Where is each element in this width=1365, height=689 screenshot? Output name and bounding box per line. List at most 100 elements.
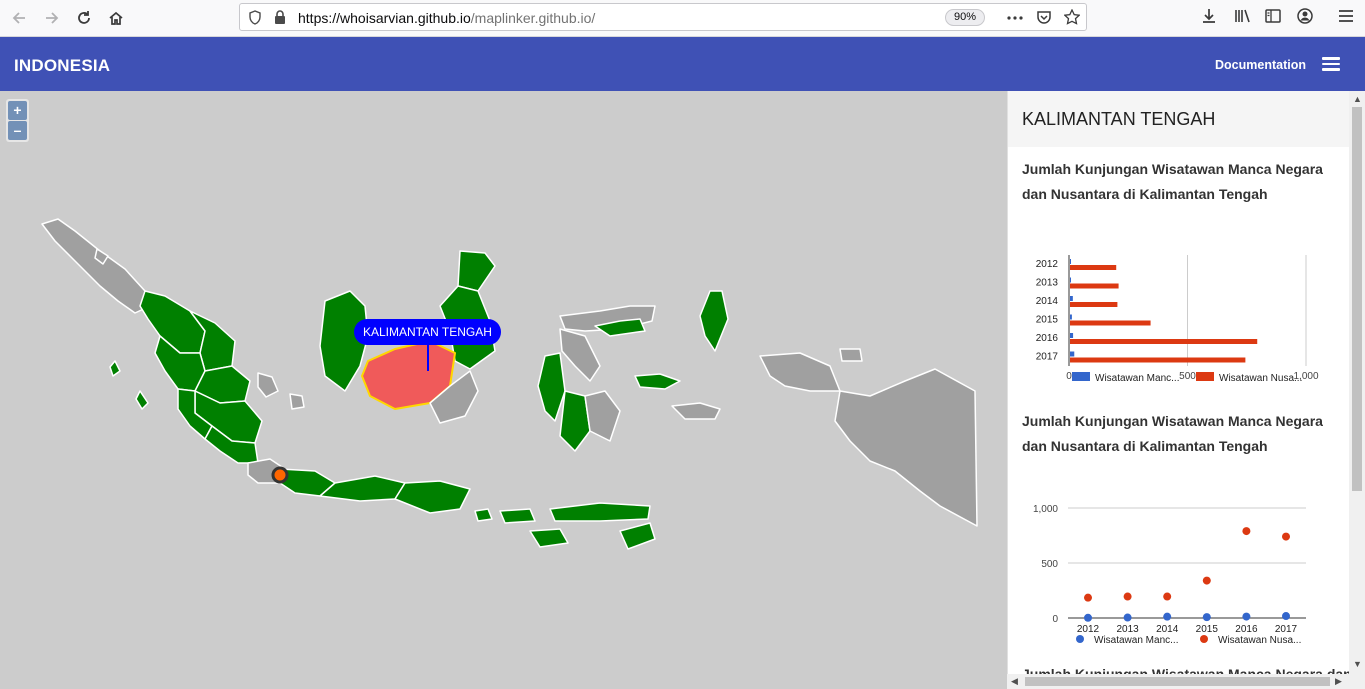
scatter-point [1202, 576, 1211, 585]
x-tick-label: 2017 [1275, 624, 1298, 635]
vertical-scrollbar[interactable]: ▲ ▼ [1349, 91, 1365, 689]
legend-swatch [1076, 635, 1084, 643]
region-ntt-flores[interactable] [549, 502, 651, 522]
y-tick-label: 2014 [1036, 296, 1059, 307]
region-jawa-tengah[interactable] [319, 475, 406, 502]
url-bar[interactable]: https://whoisarvian.github.io/maplinker.… [239, 3, 1087, 31]
hamburger-menu-icon[interactable] [1320, 54, 1342, 74]
sidebar-toggle-icon[interactable] [1264, 7, 1282, 25]
scatter-point [1282, 532, 1290, 541]
y-tick-label: 1,000 [1033, 504, 1058, 515]
scatter-point [1084, 593, 1092, 602]
region-bali[interactable] [474, 508, 493, 522]
back-icon[interactable] [5, 4, 33, 32]
detail-sidebar[interactable]: KALIMANTAN TENGAH Jumlah Kunjungan Wisat… [1007, 91, 1349, 689]
scroll-up-arrow-icon[interactable]: ▲ [1353, 94, 1362, 104]
app-header: INDONESIA Documentation [0, 37, 1365, 91]
legend-label: Wisatawan Manc... [1095, 373, 1179, 384]
x-tick-label: 2014 [1156, 624, 1179, 635]
region-belitung[interactable] [289, 393, 305, 410]
scroll-left-arrow-icon[interactable]: ◀ [1011, 676, 1018, 687]
region-maluku-utara[interactable] [699, 290, 729, 352]
scatter-point [1282, 612, 1290, 621]
legend-swatch [1196, 372, 1214, 381]
forward-icon[interactable] [38, 4, 66, 32]
y-tick-label: 2017 [1036, 352, 1059, 363]
region-maluku-islands[interactable] [634, 373, 681, 390]
url-text: https://whoisarvian.github.io/maplinker.… [298, 10, 595, 26]
y-tick-label: 2016 [1036, 333, 1059, 344]
x-tick-label: 2012 [1077, 624, 1100, 635]
bar [1070, 283, 1119, 289]
scatter-point [1202, 613, 1211, 622]
scroll-right-arrow-icon[interactable]: ▶ [1335, 676, 1342, 687]
pocket-icon[interactable] [1036, 9, 1052, 25]
region-popup-label: KALIMANTAN TENGAH [354, 319, 501, 345]
account-icon[interactable] [1296, 7, 1314, 25]
legend-label: Wisatawan Nusa... [1218, 635, 1301, 646]
region-maluku[interactable] [671, 402, 721, 420]
bar [1070, 333, 1074, 338]
bar-chart-title: Jumlah Kunjungan Wisatawan Manca Negara … [1022, 161, 1323, 202]
region-sumatra-utara[interactable] [139, 290, 206, 354]
location-marker[interactable] [271, 466, 289, 484]
zoom-out-button[interactable]: – [8, 121, 27, 140]
scatter-point [1163, 592, 1172, 601]
downloads-icon[interactable] [1200, 7, 1218, 25]
horizontal-scroll-thumb[interactable] [1025, 677, 1330, 686]
x-tick-label: 500 [1179, 371, 1196, 382]
url-host: https://whoisarvian.github.io [298, 10, 471, 26]
x-tick-label: 0 [1066, 371, 1072, 382]
region-papua-barat[interactable] [759, 352, 841, 392]
lock-icon[interactable] [274, 10, 286, 25]
region-jawa-timur[interactable] [394, 480, 471, 514]
region-island [109, 360, 121, 377]
scatter-point [1084, 613, 1092, 622]
region-papua[interactable] [834, 368, 978, 527]
region-sulawesi-tenggara[interactable] [584, 390, 621, 442]
region-timor[interactable] [619, 522, 656, 550]
scatter-point [1242, 612, 1251, 621]
scatter-chart[interactable]: 05001,0002012 2013 2014 2015 2016 2017Wisataw… [1008, 489, 1349, 654]
indonesia-map[interactable] [0, 91, 1007, 689]
region-sulawesi-barat[interactable] [537, 352, 566, 422]
region-aceh[interactable] [41, 218, 151, 314]
y-tick-label: 2013 [1036, 278, 1059, 289]
bar-chart[interactable]: 0 500 1,000201220132014201520162017Wisataw… [1008, 241, 1349, 401]
zoom-level-badge[interactable]: 90% [945, 9, 986, 26]
x-tick-label: 2013 [1116, 624, 1139, 635]
map-view[interactable]: + – KALIMANTAN TENGAH [0, 91, 1007, 689]
library-icon[interactable] [1233, 7, 1251, 25]
reload-icon[interactable] [70, 4, 98, 32]
scroll-down-arrow-icon[interactable]: ▼ [1353, 659, 1362, 669]
browser-menu-icon[interactable] [1337, 7, 1355, 25]
app-title: INDONESIA [14, 56, 111, 75]
region-sulawesi-tengah[interactable] [559, 328, 601, 382]
region-bangka[interactable] [257, 372, 279, 398]
region-kalimantan-utara[interactable] [457, 250, 496, 292]
vertical-scroll-thumb[interactable] [1352, 107, 1362, 491]
bar [1070, 265, 1117, 270]
zoom-in-button[interactable]: + [8, 101, 27, 120]
scatter-chart-title: Jumlah Kunjungan Wisatawan Manca Negara … [1022, 413, 1323, 454]
more-actions-icon[interactable] [1007, 16, 1023, 20]
x-tick-label: 2015 [1196, 624, 1219, 635]
browser-toolbar: https://whoisarvian.github.io/maplinker.… [0, 0, 1365, 37]
region-papua-island [839, 348, 863, 362]
horizontal-scrollbar[interactable]: ◀ ▶ [1007, 674, 1349, 689]
region-sumba[interactable] [529, 528, 569, 548]
url-path: /maplinker.github.io/ [470, 10, 596, 26]
bookmark-star-icon[interactable] [1064, 9, 1080, 25]
bar [1070, 320, 1151, 326]
x-tick-label: 2016 [1235, 624, 1258, 635]
documentation-link[interactable]: Documentation [1215, 58, 1306, 72]
scatter-point [1163, 612, 1172, 621]
sidebar-title: KALIMANTAN TENGAH [1008, 91, 1349, 147]
legend-label: Wisatawan Nusa... [1219, 373, 1302, 384]
bar [1070, 296, 1073, 301]
region-ntb[interactable] [499, 508, 536, 524]
home-icon[interactable] [102, 4, 130, 32]
zoom-control: + – [6, 99, 29, 142]
bar [1070, 259, 1071, 264]
shield-icon[interactable] [248, 10, 262, 25]
